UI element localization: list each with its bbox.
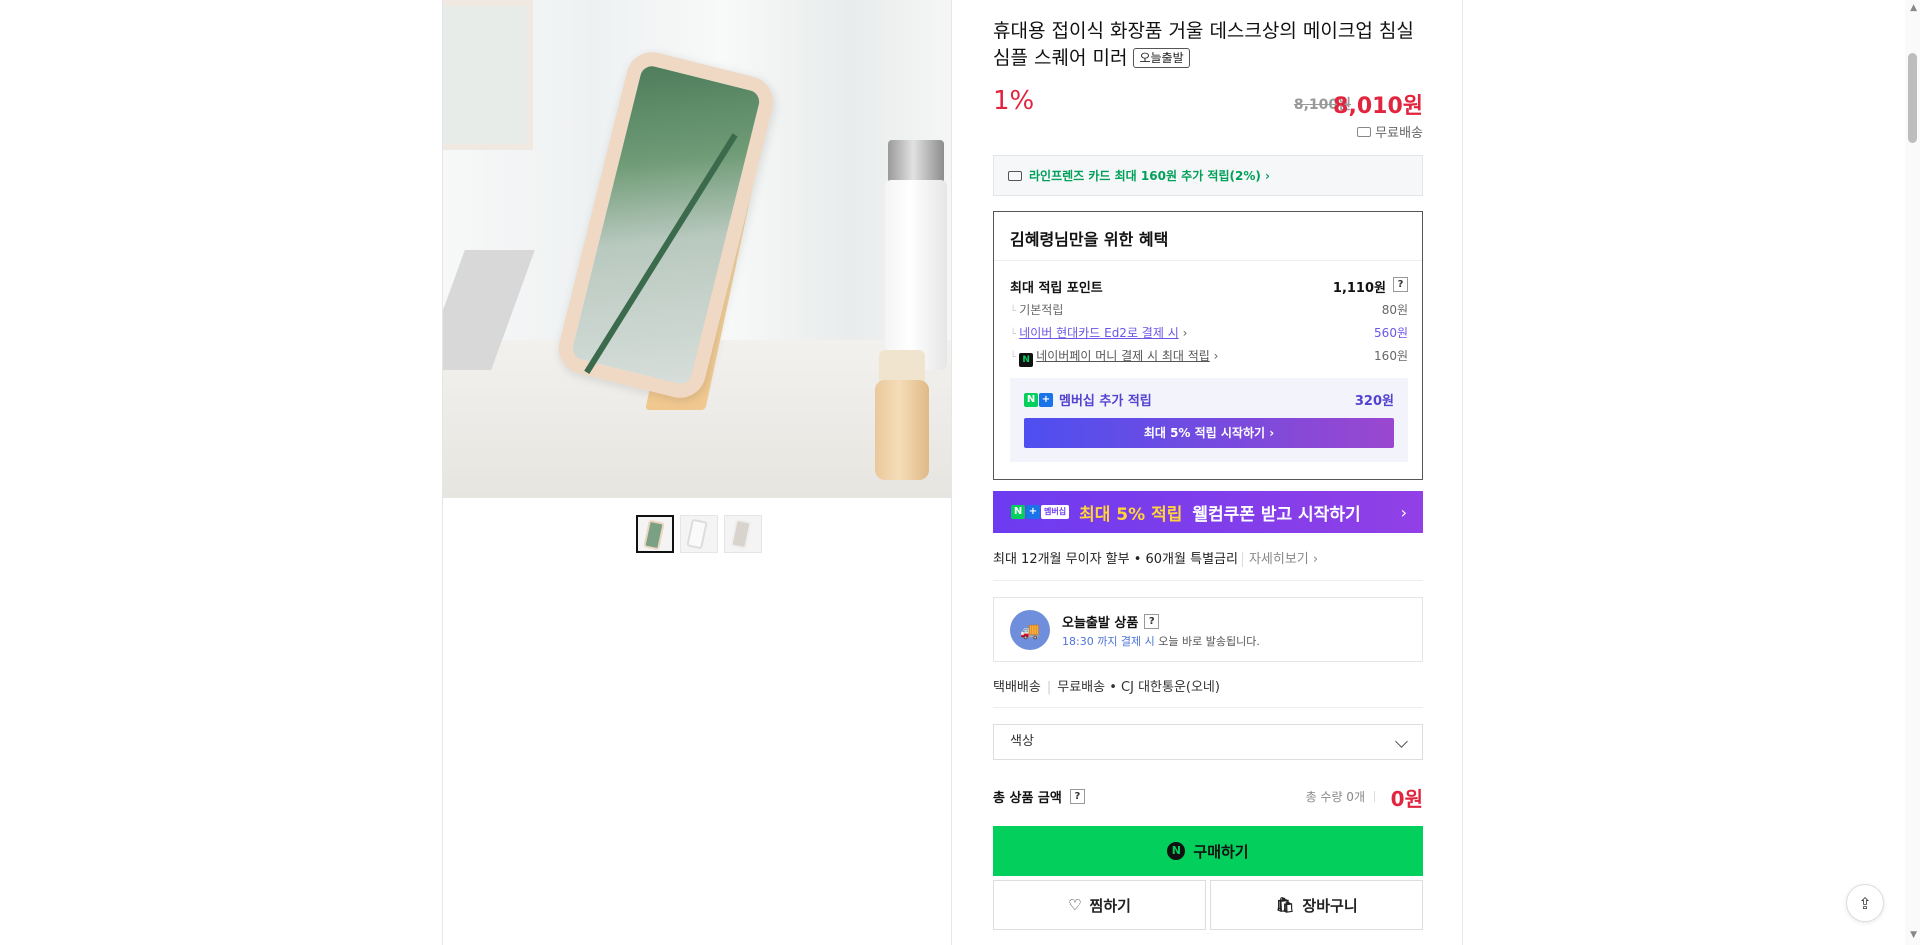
divider — [993, 580, 1423, 581]
membership-value: 320원 — [1354, 394, 1394, 409]
scroll-up-arrow-icon[interactable]: ▲ — [1910, 3, 1917, 13]
point-row-value: 160원 — [1374, 349, 1408, 363]
product-title-text: 휴대용 접이식 화장품 거울 데스크상의 메이크업 침실 심플 스퀘어 미러 — [993, 20, 1414, 69]
cart-button-label: 장바구니 — [1302, 896, 1358, 915]
delivery-carrier: • CJ 대한통운(오네) — [1109, 680, 1220, 695]
heart-icon: ♡ — [1068, 896, 1082, 914]
today-ship-deadline: 18:30 까지 결제 시 — [1062, 635, 1155, 648]
wishlist-button-label: 찜하기 — [1089, 896, 1131, 915]
point-row-label: 네이버 현대카드 Ed2로 결제 시 › — [1010, 326, 1187, 340]
point-row-label: N네이버페이 머니 결제 시 최대 적립 › — [1010, 349, 1218, 367]
discount-rate: 1% — [993, 86, 1035, 116]
max-point-value: 1,110원 — [1332, 281, 1386, 296]
shopping-bag-icon: 🛍 — [1275, 896, 1295, 914]
help-icon[interactable]: ? — [1144, 614, 1160, 629]
share-button[interactable]: ⇪ — [1846, 884, 1884, 922]
max-point-row: 최대 적립 포인트 1,110원 ? — [1010, 277, 1408, 296]
membership-banner[interactable]: N + 멤버십 최대 5% 적립 웰컴쿠폰 받고 시작하기 › — [993, 491, 1423, 533]
image-small-bottle — [875, 380, 929, 480]
scroll-down-arrow-icon[interactable]: ▼ — [1910, 930, 1917, 940]
shipping-text: 무료배송 — [1375, 126, 1423, 141]
naverpay-icon: N — [1019, 353, 1034, 367]
card-benefit-text: 라인프렌즈 카드 최대 160원 추가 적립(2%) › — [1029, 169, 1270, 183]
today-ship-desc: 18:30 까지 결제 시 오늘 바로 발송됩니다. — [1062, 633, 1260, 649]
thumbnail-3[interactable] — [724, 515, 762, 553]
total-price: 0원 — [1390, 787, 1423, 811]
today-ship-title-text: 오늘출발 상품 — [1062, 616, 1139, 631]
installment-text: 최대 12개월 무이자 할부 • 60개월 특별금리 — [993, 552, 1238, 567]
buy-button-label: 구매하기 — [1193, 842, 1249, 861]
nplus-membership-icon: N + 멤버십 — [1011, 505, 1070, 519]
color-option-placeholder: 색상 — [1010, 734, 1034, 749]
point-row-value: 80원 — [1381, 303, 1408, 317]
card-benefit-link[interactable]: 라인프렌즈 카드 최대 160원 추가 적립(2%) › — [993, 155, 1423, 196]
divider — [993, 707, 1423, 708]
membership-label-text: 멤버십 추가 적립 — [1059, 394, 1152, 409]
credit-card-icon — [1008, 170, 1022, 181]
color-option-select[interactable]: 색상 — [993, 724, 1423, 760]
membership-box: N + 멤버십 추가 적립 320원 최대 5% 적립 시작하기 › — [1010, 378, 1408, 462]
thumbnail-2-image — [686, 518, 708, 550]
delivery-info: 택배배송 | 무료배송 • CJ 대한통운(오네) — [993, 680, 1220, 695]
banner-text: 웰컴쿠폰 받고 시작하기 — [1192, 504, 1361, 525]
shipping-info: 무료배송 — [1357, 122, 1423, 141]
personal-benefit-box: 김혜령님만을 위한 혜택 최대 적립 포인트 1,110원 ? 기본적립 80원… — [993, 211, 1423, 480]
benefit-title: 김혜령님만을 위한 혜택 — [1010, 230, 1169, 249]
product-page: 휴대용 접이식 화장품 거울 데스크상의 메이크업 침실 심플 스퀘어 미러 오늘… — [0, 0, 1920, 945]
total-price-label-text: 총 상품 금액 — [993, 791, 1062, 806]
thumbnail-1-image — [643, 519, 665, 551]
npay-benefit-link[interactable]: 네이버페이 머니 결제 시 최대 적립 — [1036, 349, 1210, 363]
product-title: 휴대용 접이식 화장품 거울 데스크상의 메이크업 침실 심플 스퀘어 미러 오늘… — [993, 18, 1423, 72]
benefit-divider — [994, 260, 1422, 261]
image-leaf-reflection — [584, 133, 738, 374]
thumbnail-3-image — [730, 518, 752, 550]
delivery-fee: 무료배송 — [1057, 680, 1106, 695]
total-price-label: 총 상품 금액 ? — [993, 787, 1085, 806]
point-row-basic: 기본적립 80원 — [1010, 301, 1408, 318]
point-row-label: 기본적립 — [1010, 303, 1063, 317]
chevron-right-icon: › — [1400, 503, 1407, 522]
thumbnail-2[interactable] — [680, 515, 718, 553]
column-divider — [951, 0, 952, 945]
truck-icon — [1357, 126, 1372, 137]
thumbnail-list — [636, 515, 762, 553]
point-row-value: 560원 — [1374, 326, 1408, 340]
scrollbar-thumb[interactable] — [1908, 53, 1917, 143]
sale-price: 8,010원 — [1333, 94, 1423, 119]
point-row-npay: N네이버페이 머니 결제 시 최대 적립 › 160원 — [1010, 347, 1408, 367]
today-ship-badge: 오늘출발 — [1133, 48, 1190, 68]
cart-button[interactable]: 🛍 장바구니 — [1210, 880, 1423, 930]
delivery-truck-icon: 🚚 — [1010, 610, 1050, 650]
nplus-icon: N + — [1024, 392, 1053, 407]
chevron-down-icon — [1395, 735, 1408, 748]
today-ship-title: 오늘출발 상품 ? — [1062, 612, 1160, 631]
help-icon[interactable]: ? — [1393, 277, 1408, 292]
buy-button[interactable]: N 구매하기 — [993, 826, 1423, 876]
max-point-label: 최대 적립 포인트 — [1010, 281, 1103, 296]
installment-info: 최대 12개월 무이자 할부 • 60개월 특별금리 자세히보기 › — [993, 548, 1319, 567]
content-border-right — [1462, 0, 1463, 945]
product-main-image[interactable] — [443, 0, 951, 498]
membership-start-button[interactable]: 최대 5% 적립 시작하기 › — [1024, 418, 1394, 448]
thumbnail-1[interactable] — [636, 515, 674, 553]
total-quantity: 총 수량 0개 — [1306, 788, 1375, 805]
help-icon[interactable]: ? — [1069, 789, 1085, 804]
banner-highlight: 최대 5% 적립 — [1079, 504, 1183, 525]
point-row-card: 네이버 현대카드 Ed2로 결제 시 › 560원 — [1010, 324, 1408, 341]
page-scrollbar[interactable]: ▲ ▼ — [1905, 0, 1920, 945]
today-ship-box: 🚚 오늘출발 상품 ? 18:30 까지 결제 시 오늘 바로 발송됩니다. — [993, 597, 1423, 662]
card-benefit-detail-link[interactable]: 네이버 현대카드 Ed2로 결제 시 — [1019, 326, 1179, 340]
membership-label: N + 멤버십 추가 적립 — [1024, 390, 1152, 409]
naverpay-icon: N — [1167, 842, 1186, 860]
image-background-mirror — [443, 0, 533, 150]
delivery-type: 택배배송 — [993, 680, 1041, 695]
share-icon: ⇪ — [1858, 893, 1872, 913]
installment-more-link[interactable]: 자세히보기 › — [1241, 552, 1319, 567]
wishlist-button[interactable]: ♡ 찜하기 — [993, 880, 1206, 930]
today-ship-rest: 오늘 바로 발송됩니다. — [1158, 635, 1260, 648]
image-bottle — [885, 180, 947, 370]
